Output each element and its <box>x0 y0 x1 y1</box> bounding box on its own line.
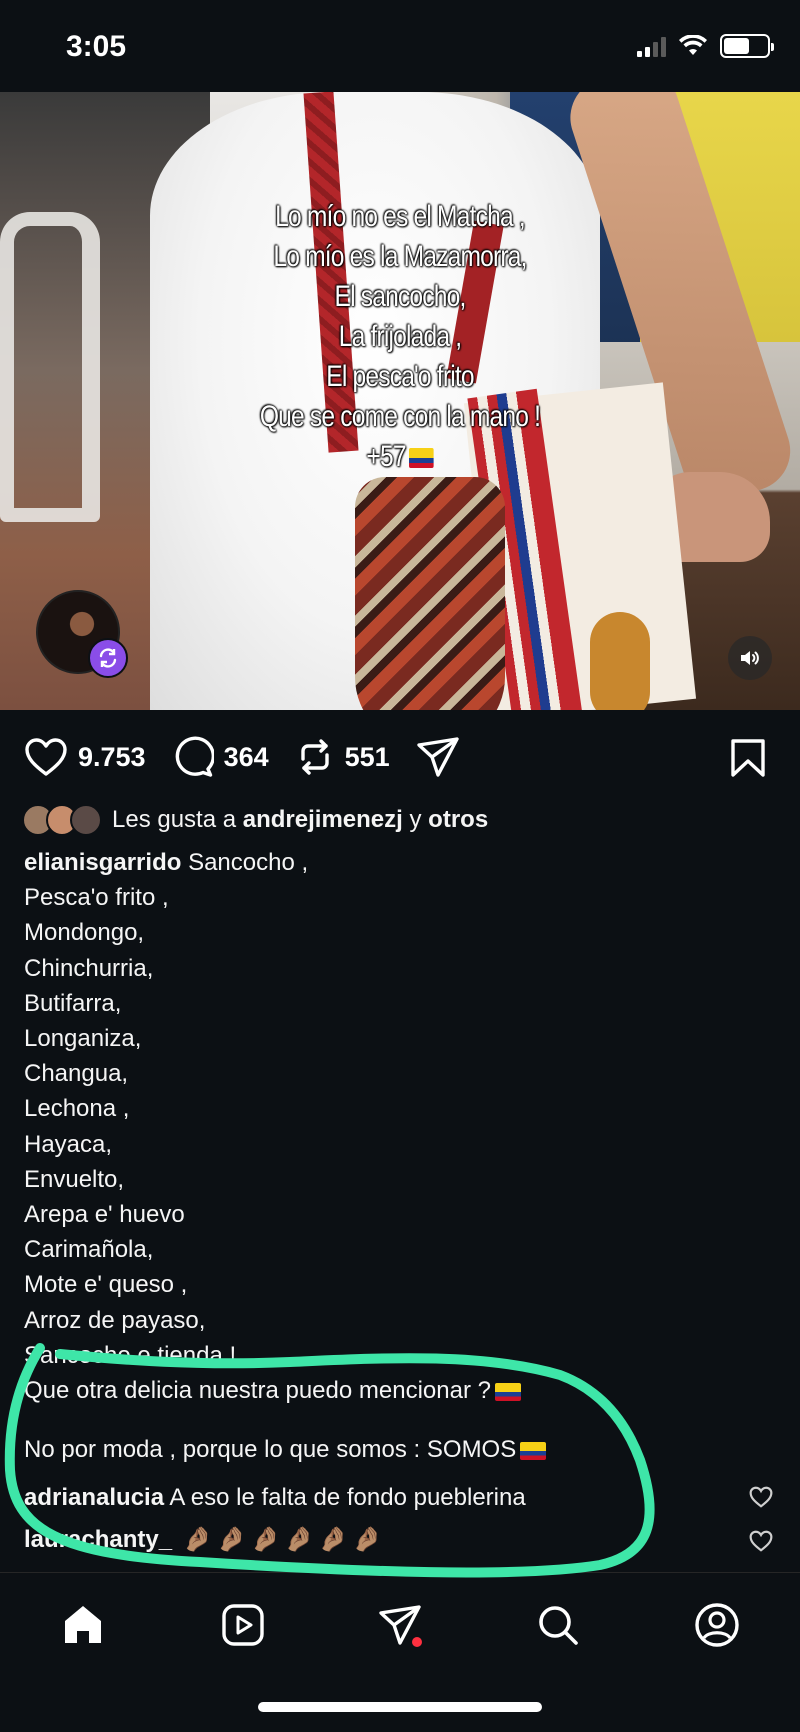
battery-icon <box>720 34 774 58</box>
comment-icon[interactable] <box>172 736 214 778</box>
comment-action[interactable]: 364 <box>172 736 269 778</box>
caption-line: Que otra delicia nuestra puedo mencionar… <box>24 1373 744 1408</box>
signal-icon <box>637 35 666 57</box>
comment-like-button[interactable] <box>746 1526 776 1556</box>
caption-line: Envuelto, <box>24 1165 125 1193</box>
reels-icon[interactable] <box>221 1603 265 1647</box>
reel-overlay-text: Lo mío no es el Matcha , Lo mío es la Ma… <box>0 197 800 477</box>
pinched-fingers-emoji: 🤌🏽 <box>352 1526 383 1553</box>
pinched-fingers-emoji: 🤌🏽 <box>284 1526 315 1553</box>
liked-by-avatars <box>22 804 102 836</box>
pinched-fingers-emoji: 🤌🏽 <box>318 1526 349 1553</box>
home-indicator <box>258 1702 542 1712</box>
caption-line: Pesca'o frito , <box>24 884 169 912</box>
colombia-flag-icon <box>520 1441 547 1460</box>
caption-line: Longaniza, <box>24 1025 142 1053</box>
pinched-fingers-emoji: 🤌🏽 <box>182 1526 213 1553</box>
tab-direct[interactable] <box>370 1595 430 1655</box>
likes-count[interactable]: 9.753 <box>78 742 146 773</box>
profile-icon[interactable] <box>694 1602 740 1648</box>
heart-icon[interactable] <box>24 737 68 777</box>
reel-video[interactable]: Lo mío no es el Matcha , Lo mío es la Ma… <box>0 92 800 710</box>
caption-author[interactable]: elianisgarrido <box>24 849 181 876</box>
tab-reels[interactable] <box>213 1595 273 1655</box>
caption-line: Lechona , <box>24 1095 130 1123</box>
caption-line: Butifarra, <box>24 989 122 1017</box>
overlay-line: Lo mío es la Mazamorra, <box>273 240 527 273</box>
caption-closing-line: No por moda , porque lo que somos : SOMO… <box>24 1432 744 1467</box>
caption-line: Changua, <box>24 1060 129 1088</box>
status-time: 3:05 <box>66 30 127 63</box>
caption-line: Chinchurria, <box>24 954 154 982</box>
comment-item: adrianalucia A eso le falta de fondo pue… <box>24 1482 724 1514</box>
tab-home[interactable] <box>53 1595 113 1655</box>
status-bar: 3:05 <box>0 0 800 92</box>
like-action[interactable]: 9.753 <box>24 737 146 777</box>
heart-icon[interactable] <box>749 1530 773 1552</box>
comment-text: A eso le falta de fondo pueblerina <box>169 1484 526 1511</box>
overlay-line: La frijolada , <box>338 320 462 353</box>
liked-by-mid: y <box>409 806 422 833</box>
caption-line: Arepa e' huevo <box>24 1201 185 1229</box>
overlay-line: Que se come con la mano ! <box>259 400 541 433</box>
pinched-fingers-emoji: 🤌🏽 <box>250 1526 281 1553</box>
liked-by-others[interactable]: otros <box>428 806 488 834</box>
caption-line: Arroz de payaso, <box>24 1306 206 1334</box>
comments-count[interactable]: 364 <box>224 742 269 773</box>
overlay-line: El pesca'o frito <box>326 360 474 393</box>
tab-profile[interactable] <box>687 1595 747 1655</box>
wifi-icon <box>679 35 707 55</box>
reposts-count[interactable]: 551 <box>345 742 390 773</box>
share-action[interactable] <box>416 736 460 778</box>
liked-by-prefix: Les gusta a <box>112 806 237 833</box>
repost-action[interactable]: 551 <box>295 737 390 777</box>
caption-line: Hayaca, <box>24 1130 113 1158</box>
colombia-flag-icon <box>494 1382 521 1401</box>
caption-line: Mote e' queso , <box>24 1271 188 1299</box>
caption-line: Sancocho e tienda ! <box>24 1341 237 1369</box>
sound-icon[interactable] <box>728 636 772 680</box>
save-button[interactable] <box>730 738 766 783</box>
clap-emoji-row: 🤌🏽 🤌🏽 🤌🏽 🤌🏽 🤌🏽 🤌🏽 <box>179 1526 382 1553</box>
share-icon[interactable] <box>416 736 460 778</box>
comment-user[interactable]: adrianalucia <box>24 1484 164 1511</box>
search-icon[interactable] <box>536 1603 580 1647</box>
overlay-line: El sancocho, <box>334 280 466 313</box>
post-caption: elianisgarrido Sancocho , Pesca'o frito … <box>24 845 744 1467</box>
notification-dot <box>412 1637 422 1647</box>
status-icons <box>637 34 774 58</box>
caption-line: Mondongo, <box>24 919 145 947</box>
comment-like-button[interactable] <box>746 1482 776 1512</box>
bookmark-icon[interactable] <box>730 738 766 778</box>
caption-line: Carimañola, <box>24 1236 154 1264</box>
home-icon[interactable] <box>61 1603 105 1647</box>
comment-item: laurachanty_ 🤌🏽 🤌🏽 🤌🏽 🤌🏽 🤌🏽 🤌🏽 <box>24 1524 724 1556</box>
overlay-line-last: +57 <box>72 437 728 477</box>
heart-icon[interactable] <box>749 1486 773 1508</box>
colombia-flag-icon <box>408 448 434 469</box>
caption-first-line: elianisgarrido Sancocho , <box>24 849 309 876</box>
overlay-line: Lo mío no es el Matcha , <box>275 200 526 233</box>
liked-by[interactable]: Les gusta a andrejimenezj y otros <box>22 804 488 836</box>
pinched-fingers-emoji: 🤌🏽 <box>216 1526 247 1553</box>
liked-by-user[interactable]: andrejimenezj <box>243 806 403 834</box>
repost-icon[interactable] <box>295 737 335 777</box>
avatar <box>70 804 102 836</box>
tab-search[interactable] <box>528 1595 588 1655</box>
comment-user[interactable]: laurachanty_ <box>24 1526 172 1553</box>
remix-icon[interactable] <box>88 638 128 678</box>
post-actions: 9.753 364 551 <box>24 732 776 782</box>
